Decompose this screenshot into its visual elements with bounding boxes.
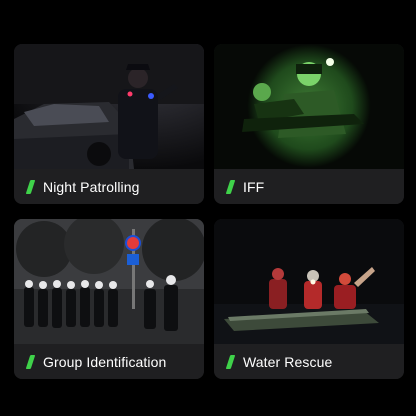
feature-card-iff: IFF — [214, 44, 404, 204]
card-caption: Group Identification — [14, 344, 204, 379]
feature-card-group-identification: Group Identification — [14, 219, 204, 379]
accent-bar-icon — [225, 179, 236, 194]
card-label: Group Identification — [43, 353, 167, 370]
accent-bar-icon — [225, 354, 236, 369]
card-caption: Night Patrolling — [14, 169, 204, 204]
night-patrolling-photo — [14, 44, 204, 169]
feature-card-night-patrolling: Night Patrolling — [14, 44, 204, 204]
accent-bar-icon — [25, 354, 36, 369]
iff-photo — [214, 44, 404, 169]
feature-card-water-rescue: Water Rescue — [214, 219, 404, 379]
group-identification-photo — [14, 219, 204, 344]
card-caption: Water Rescue — [214, 344, 404, 379]
water-rescue-photo — [214, 219, 404, 344]
card-caption: IFF — [214, 169, 404, 204]
accent-bar-icon — [25, 179, 36, 194]
card-label: Water Rescue — [243, 353, 333, 370]
card-label: Night Patrolling — [43, 178, 140, 195]
card-label: IFF — [243, 178, 265, 195]
